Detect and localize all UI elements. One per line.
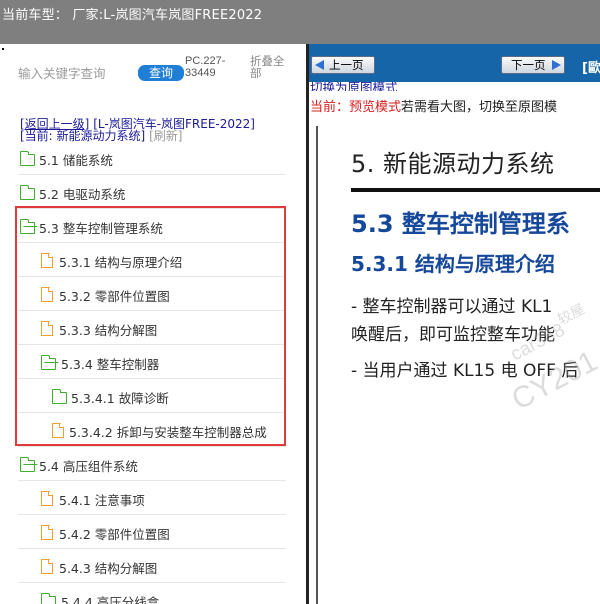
doc-subsection-title: 5.3.1 结构与原理介绍	[351, 252, 555, 276]
next-page-button[interactable]: 下一页	[501, 56, 565, 74]
next-page-label: 下一页	[511, 58, 546, 72]
tree-item-5-3-4-2[interactable]: 5.3.4.2 拆卸与安装整车控制器总成	[18, 413, 286, 447]
tree-item-label: 5.2 电驱动系统	[39, 187, 126, 202]
viewer-toolbar: 上一页 下一页 [歐	[309, 44, 600, 82]
tree-item-5-2[interactable]: 5.2 电驱动系统	[18, 175, 286, 209]
tree-item-5-4-4[interactable]: 5.4.4 高压分线盒	[18, 583, 286, 604]
document-icon	[41, 253, 53, 268]
document-icon	[41, 321, 53, 336]
tree-item-label: 5.4.1 注意事项	[59, 493, 145, 508]
tree-item-5-3-2[interactable]: 5.3.2 零部件位置图	[18, 277, 286, 311]
doc-rule	[351, 188, 600, 192]
folder-icon	[51, 389, 67, 404]
tree-item-5-3-1[interactable]: 5.3.1 结构与原理介绍	[18, 243, 286, 277]
pc-code: PC.227-33449	[185, 55, 226, 79]
document-icon	[41, 559, 53, 574]
preview-mode-label: 当前：预览模式	[310, 100, 402, 115]
tree-item-5-1[interactable]: 5.1 储能系统	[18, 141, 286, 175]
tree-item-label: 5.1 储能系统	[39, 153, 113, 168]
tree-item-5-4-3[interactable]: 5.4.3 结构分解图	[18, 549, 286, 583]
tree-item-5-4[interactable]: 5.4 高压组件系统	[18, 447, 286, 481]
arrow-right-icon	[552, 60, 561, 70]
switch-mode-link[interactable]: 切换为原图模式	[310, 82, 398, 91]
tree-item-label: 5.3.4.1 故障诊断	[71, 391, 169, 406]
prev-page-label: 上一页	[329, 58, 364, 72]
title-bar: 当前车型： 厂家:L-岚图汽车岚图FREE2022	[0, 0, 600, 44]
tree-item-label: 5.4.2 零部件位置图	[59, 527, 170, 542]
query-button[interactable]: 查询	[138, 65, 184, 81]
tree-item-label: 5.3.3 结构分解图	[59, 323, 158, 338]
doc-section-title: 5.3 整车控制管理系	[351, 210, 570, 238]
catalog-panel: 查询 PC.227-33449 折叠全部 [返回上一级] [L-岚图汽车-岚图F…	[0, 44, 306, 604]
panel-marker	[2, 48, 4, 50]
folder-icon	[19, 185, 35, 200]
tree-item-label: 5.3.4.2 拆卸与安装整车控制器总成	[69, 425, 267, 440]
tree-item-5-3-4-1[interactable]: 5.3.4.1 故障诊断	[18, 379, 286, 413]
tree-item-5-4-1[interactable]: 5.4.1 注意事项	[18, 481, 286, 515]
preview-mode-hint: 若需看大图，切换至原图模	[401, 100, 558, 115]
document-icon	[52, 423, 64, 438]
tree-item-label: 5.3.2 零部件位置图	[59, 289, 170, 304]
arrow-left-icon	[315, 60, 324, 70]
tree-item-label: 5.3.1 结构与原理介绍	[59, 255, 183, 270]
tree-item-label: 5.3 整车控制管理系统	[39, 221, 163, 236]
tree-item-label: 5.3.4 整车控制器	[61, 357, 160, 372]
folder-open-icon	[19, 457, 35, 472]
search-bar: 查询 PC.227-33449 折叠全部	[0, 54, 306, 90]
document-icon	[41, 525, 53, 540]
search-input[interactable]	[18, 64, 133, 82]
tree-item-label: 5.4.3 结构分解图	[59, 561, 158, 576]
document-icon	[41, 287, 53, 302]
folder-open-icon	[40, 355, 56, 370]
preview-mode-notice: 当前：预览模式若需看大图，切换至原图模	[310, 96, 557, 115]
doc-paragraph: - 整车控制器可以通过 KL1	[351, 297, 553, 317]
folder-icon	[40, 593, 56, 604]
folder-icon	[19, 151, 35, 166]
tree-item-5-3[interactable]: 5.3 整车控制管理系统	[18, 209, 286, 243]
tree-item-label: 5.4 高压组件系统	[39, 459, 138, 474]
catalog-tree: 5.1 储能系统 5.2 电驱动系统 5.3 整车控制管理系统 5.3.1 结构…	[18, 141, 286, 604]
prev-page-button[interactable]: 上一页	[311, 56, 375, 74]
toolbar-cut-label[interactable]: [歐	[582, 57, 600, 76]
tree-item-5-3-4[interactable]: 5.3.4 整车控制器	[18, 345, 286, 379]
folder-open-icon	[19, 219, 35, 234]
tree-item-label: 5.4.4 高压分线盒	[61, 595, 160, 604]
page-edge	[316, 126, 318, 604]
document-viewer: 上一页 下一页 [歐 切换为原图模式 当前：预览模式若需看大图，切换至原图模 5…	[309, 44, 600, 604]
doc-chapter-title: 5. 新能源动力系统	[351, 150, 555, 178]
tree-item-5-3-3[interactable]: 5.3.3 结构分解图	[18, 311, 286, 345]
document-icon	[41, 491, 53, 506]
window-title: 当前车型： 厂家:L-岚图汽车岚图FREE2022	[2, 8, 263, 23]
tree-item-5-4-2[interactable]: 5.4.2 零部件位置图	[18, 515, 286, 549]
collapse-all-button[interactable]: 折叠全部	[250, 55, 290, 79]
